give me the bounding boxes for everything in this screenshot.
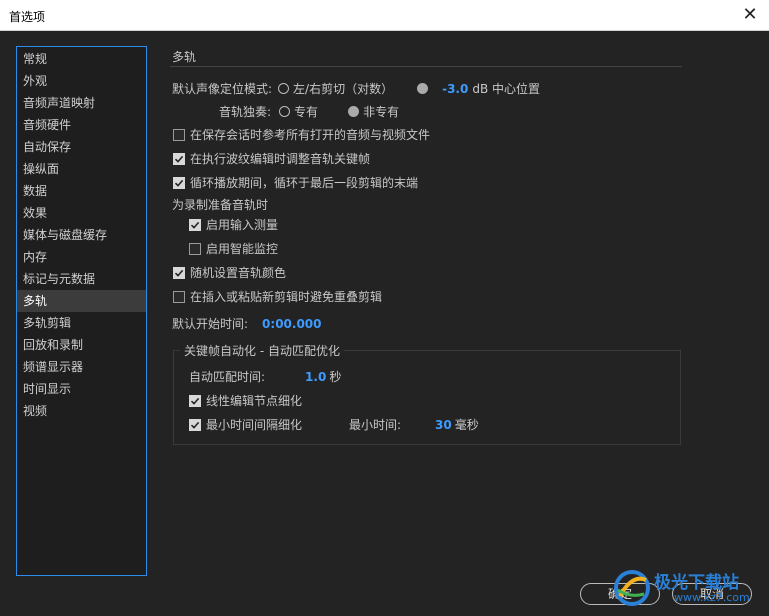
linear-row[interactable]: 线性编辑节点细化 <box>189 392 302 409</box>
avoid-overlap-checkbox[interactable] <box>173 290 185 303</box>
linear-label: 线性编辑节点细化 <box>206 394 303 408</box>
sidebar-item[interactable]: 音频硬件 <box>17 114 146 136</box>
pan-mode-radio-2[interactable] <box>417 83 429 94</box>
save-references-checkbox[interactable] <box>173 128 185 141</box>
min-interval-checkbox[interactable] <box>189 418 201 431</box>
min-time-value[interactable]: 30 <box>435 418 452 432</box>
solo-option-1[interactable]: 专有 <box>294 103 318 120</box>
ripple-label: 在执行波纹编辑时调整音轨关键帧 <box>190 152 371 166</box>
section-title: 多轨 <box>172 50 197 64</box>
linear-checkbox[interactable] <box>189 394 201 407</box>
pan-mode-db-unit: dB 中心位置 <box>472 82 541 96</box>
smart-monitor-checkbox[interactable] <box>189 242 201 255</box>
arm-heading-text: 为录制准备音轨时 <box>172 198 269 212</box>
auto-match-unit: 秒 <box>329 370 342 384</box>
pan-mode-row: 默认声像定位模式: 左/右剪切（对数） -3.0 dB 中心位置 <box>172 80 540 97</box>
sidebar-item[interactable]: 外观 <box>17 70 146 92</box>
default-start-label: 默认开始时间: <box>172 317 249 331</box>
input-meter-label: 启用输入测量 <box>206 218 279 232</box>
loop-row[interactable]: 循环播放期间，循环于最后一段剪辑的末端 <box>173 174 418 191</box>
window-title: 首选项 <box>9 10 46 24</box>
save-references-row[interactable]: 在保存会话时参考所有打开的音频与视频文件 <box>173 126 430 143</box>
min-time-label: 最小时间: <box>349 418 402 432</box>
sidebar-item[interactable]: 视频 <box>17 400 146 422</box>
title-bar: 首选项 ✕ <box>0 0 769 31</box>
random-color-checkbox[interactable] <box>173 266 185 279</box>
aurora-logo-icon <box>614 570 650 606</box>
smart-monitor-row[interactable]: 启用智能监控 <box>189 240 278 257</box>
loop-label: 循环播放期间，循环于最后一段剪辑的末端 <box>190 176 419 190</box>
sidebar-item[interactable]: 操纵面 <box>17 158 146 180</box>
watermark-logo: 极光下载站 www.xz7.com <box>612 564 769 616</box>
pan-mode-option-1[interactable]: 左/右剪切（对数） <box>293 80 393 97</box>
sidebar-item[interactable]: 常规 <box>17 48 146 70</box>
sidebar-item[interactable]: 媒体与磁盘缓存 <box>17 224 146 246</box>
avoid-overlap-row[interactable]: 在插入或粘贴新剪辑时避免重叠剪辑 <box>173 288 382 305</box>
category-list[interactable]: 常规 外观 音频声道映射 音频硬件 自动保存 操纵面 数据 效果 媒体与磁盘缓存 内存 标记与元数据… <box>16 46 147 576</box>
solo-radio-2[interactable] <box>348 106 360 117</box>
pan-mode-radio-1[interactable] <box>278 83 290 94</box>
random-color-label: 随机设置音轨颜色 <box>190 266 287 280</box>
input-meter-checkbox[interactable] <box>189 218 201 231</box>
min-interval-label: 最小时间间隔细化 <box>206 418 303 432</box>
auto-match-label: 自动匹配时间: <box>189 370 266 384</box>
avoid-overlap-label: 在插入或粘贴新剪辑时避免重叠剪辑 <box>190 290 383 304</box>
sidebar-item[interactable]: 多轨 <box>17 290 146 312</box>
watermark-url: www.xz7.com <box>674 591 750 604</box>
arm-heading: 为录制准备音轨时 <box>172 196 268 213</box>
ripple-row[interactable]: 在执行波纹编辑时调整音轨关键帧 <box>173 150 370 167</box>
auto-match-row: 自动匹配时间: 1.0 秒 <box>189 368 341 385</box>
solo-option-2[interactable]: 非专有 <box>363 103 399 120</box>
sidebar-item[interactable]: 内存 <box>17 246 146 268</box>
sidebar-item[interactable]: 时间显示 <box>17 378 146 400</box>
sidebar-item[interactable]: 音频声道映射 <box>17 92 146 114</box>
sidebar-item[interactable]: 数据 <box>17 180 146 202</box>
default-start-row: 默认开始时间: 0:00.000 <box>172 315 322 332</box>
pan-mode-label: 默认声像定位模式: <box>172 82 273 96</box>
smart-monitor-label: 启用智能监控 <box>206 242 279 256</box>
solo-label: 音轨独奏: <box>219 105 272 119</box>
sidebar-item[interactable]: 回放和录制 <box>17 334 146 356</box>
random-color-row[interactable]: 随机设置音轨颜色 <box>173 264 286 281</box>
loop-checkbox[interactable] <box>173 176 185 189</box>
section-divider <box>170 66 682 67</box>
sidebar-item[interactable]: 效果 <box>17 202 146 224</box>
sidebar-item[interactable]: 多轨剪辑 <box>17 312 146 334</box>
sidebar-item[interactable]: 标记与元数据 <box>17 268 146 290</box>
auto-match-value[interactable]: 1.0 <box>305 370 326 384</box>
pan-mode-db-value[interactable]: -3.0 <box>442 82 468 96</box>
sidebar-item[interactable]: 频谱显示器 <box>17 356 146 378</box>
solo-radio-1[interactable] <box>279 106 291 117</box>
close-icon[interactable]: ✕ <box>739 4 761 26</box>
default-start-value[interactable]: 0:00.000 <box>262 317 321 331</box>
watermark-brand: 极光下载站 <box>654 573 739 593</box>
min-interval-row[interactable]: 最小时间间隔细化 <box>189 416 302 433</box>
min-time-row: 最小时间: 30 毫秒 <box>349 416 479 433</box>
min-time-unit: 毫秒 <box>454 418 479 432</box>
input-meter-row[interactable]: 启用输入测量 <box>189 216 278 233</box>
solo-row: 音轨独奏: 专有 非专有 <box>219 103 399 120</box>
ripple-checkbox[interactable] <box>173 152 185 165</box>
sidebar-item[interactable]: 自动保存 <box>17 136 146 158</box>
save-references-label: 在保存会话时参考所有打开的音频与视频文件 <box>190 128 431 142</box>
keyframe-group-title: 关键帧自动化 - 自动匹配优化 <box>180 342 344 359</box>
